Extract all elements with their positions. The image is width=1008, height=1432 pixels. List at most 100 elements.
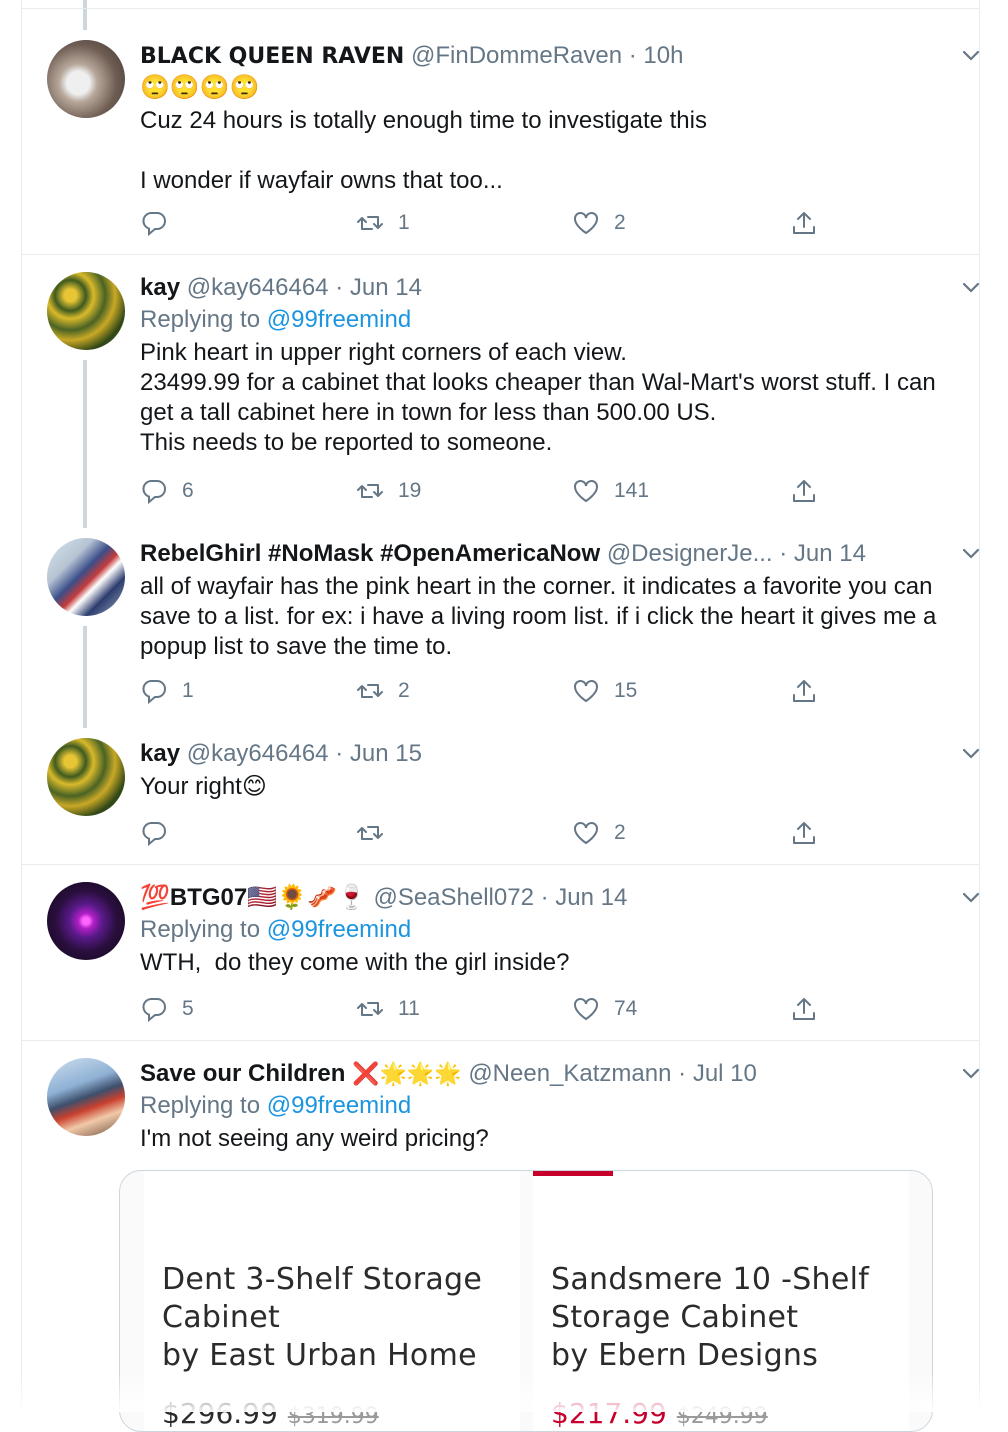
divider	[22, 8, 979, 9]
heart-icon	[574, 480, 598, 503]
like-count: 2	[614, 211, 626, 234]
user-handle[interactable]: @Neen_Katzmann	[468, 1060, 671, 1087]
like-count: 15	[614, 679, 638, 702]
display-name[interactable]: 💯BTG07🇺🇸🌻🥓🍷	[140, 884, 367, 911]
share-icon	[793, 998, 815, 1020]
name-emoji: ❌🌟🌟🌟	[352, 1061, 462, 1086]
replying-to-link[interactable]: @99freemind	[267, 916, 411, 943]
replying-to-link[interactable]: @99freemind	[267, 306, 411, 333]
chevron-down-icon[interactable]	[961, 272, 981, 304]
tweet[interactable]: 💯BTG07🇺🇸🌻🥓🍷 @SeaShell072 · Jun 14 Replyi…	[140, 882, 980, 1023]
display-name[interactable]: RebelGhirl #NoMask #OpenAmericaNow	[140, 540, 600, 567]
reply-button[interactable]: 6	[140, 474, 194, 508]
share-icon	[793, 680, 815, 702]
share-button[interactable]	[790, 474, 832, 508]
retweet-icon	[357, 826, 383, 840]
avatar[interactable]	[47, 272, 125, 350]
retweet-button[interactable]	[356, 816, 398, 850]
timestamp[interactable]: Jun 15	[350, 740, 422, 767]
display-name[interactable]: Save our Children	[140, 1060, 345, 1087]
tweet-actions: 5 11 74	[140, 992, 840, 1026]
tweet-text: Your right😊	[140, 773, 267, 800]
tweet-actions: 6 19 141	[140, 474, 840, 508]
reply-button[interactable]	[140, 206, 182, 240]
reply-count: 1	[182, 679, 194, 702]
timestamp[interactable]: Jun 14	[794, 540, 866, 567]
tweet-actions: 1 2	[140, 206, 840, 240]
share-icon	[793, 480, 815, 502]
display-name[interactable]: kay	[140, 274, 180, 301]
divider	[22, 1040, 979, 1041]
timestamp[interactable]: Jun 14	[350, 274, 422, 301]
retweet-count: 11	[398, 997, 420, 1020]
reply-button[interactable]: 5	[140, 992, 194, 1026]
retweet-button[interactable]: 1	[356, 206, 410, 240]
tweet-text: Cuz 24 hours is totally enough time to i…	[140, 107, 707, 194]
display-name[interactable]: kay	[140, 740, 180, 767]
reply-count: 6	[182, 479, 194, 502]
reply-icon	[142, 822, 166, 847]
replying-to-link[interactable]: @99freemind	[267, 1092, 411, 1119]
share-icon	[793, 212, 815, 234]
tweet-header: Save our Children ❌🌟🌟🌟 @Neen_Katzmann · …	[140, 1058, 980, 1090]
retweet-icon	[357, 484, 383, 498]
chevron-down-icon[interactable]	[961, 40, 981, 72]
chevron-down-icon[interactable]	[961, 882, 981, 914]
timestamp[interactable]: 10h	[643, 42, 683, 69]
reply-icon	[142, 680, 166, 705]
like-button[interactable]: 2	[572, 816, 626, 850]
tweet[interactable]: kay @kay646464 · Jun 15 Your right😊 2	[140, 738, 980, 847]
reply-button[interactable]: 1	[140, 674, 194, 708]
avatar[interactable]	[47, 40, 125, 118]
separator-dot: ·	[540, 884, 549, 911]
like-button[interactable]: 141	[572, 474, 649, 508]
share-button[interactable]	[790, 992, 832, 1026]
separator-dot: ·	[779, 540, 788, 567]
like-button[interactable]: 2	[572, 206, 626, 240]
display-name[interactable]: BLACK QUEEN RAVEN	[140, 44, 404, 69]
share-button[interactable]	[790, 816, 832, 850]
like-button[interactable]: 15	[572, 674, 637, 708]
retweet-button[interactable]: 19	[356, 474, 421, 508]
avatar[interactable]	[47, 1058, 125, 1136]
tweet[interactable]: kay @kay646464 · Jun 14 Replying to @99f…	[140, 272, 980, 505]
avatar[interactable]	[47, 538, 125, 616]
retweet-button[interactable]: 11	[356, 992, 420, 1026]
retweet-icon	[357, 1002, 383, 1016]
separator-dot: ·	[678, 1060, 687, 1087]
avatar[interactable]	[47, 738, 125, 816]
user-handle[interactable]: @SeaShell072	[373, 884, 533, 911]
thread-line	[83, 0, 87, 30]
user-handle[interactable]: @kay646464	[187, 740, 329, 767]
share-icon	[793, 822, 815, 844]
separator-dot: ·	[335, 740, 344, 767]
tweet-actions: 2	[140, 816, 840, 850]
chevron-down-icon[interactable]	[961, 738, 981, 770]
like-count: 141	[614, 479, 650, 502]
tweet[interactable]: RebelGhirl #NoMask #OpenAmericaNow @Desi…	[140, 538, 980, 705]
user-handle[interactable]: @DesignerJe...	[607, 540, 773, 567]
product-title: Dent 3-Shelf Storage Cabinet by East Urb…	[162, 1262, 483, 1373]
share-button[interactable]	[790, 674, 832, 708]
avatar[interactable]	[47, 882, 125, 960]
timestamp[interactable]: Jun 14	[555, 884, 627, 911]
retweet-button[interactable]: 2	[356, 674, 410, 708]
user-handle[interactable]: @FinDommeRaven	[411, 42, 622, 69]
chevron-down-icon[interactable]	[961, 1058, 981, 1090]
retweet-count: 2	[398, 679, 410, 702]
like-button[interactable]: 74	[572, 992, 637, 1026]
timestamp[interactable]: Jul 10	[693, 1060, 757, 1087]
replying-to: Replying to @99freemind	[140, 914, 955, 946]
separator-dot: ·	[628, 42, 637, 69]
replying-to-label: Replying to	[140, 306, 261, 333]
reply-button[interactable]	[140, 816, 182, 850]
tweet[interactable]: BLACK QUEEN RAVEN @FinDommeRaven · 10h 🙄…	[140, 40, 980, 237]
bottom-fade	[0, 1372, 1008, 1412]
chevron-down-icon[interactable]	[961, 538, 981, 570]
tweet[interactable]: Save our Children ❌🌟🌟🌟 @Neen_Katzmann · …	[140, 1058, 980, 1154]
share-button[interactable]	[790, 206, 832, 240]
user-handle[interactable]: @kay646464	[187, 274, 329, 301]
tweet-header: kay @kay646464 · Jun 15	[140, 738, 980, 770]
replying-to-label: Replying to	[140, 1092, 261, 1119]
tweet-actions: 1 2 15	[140, 674, 840, 708]
